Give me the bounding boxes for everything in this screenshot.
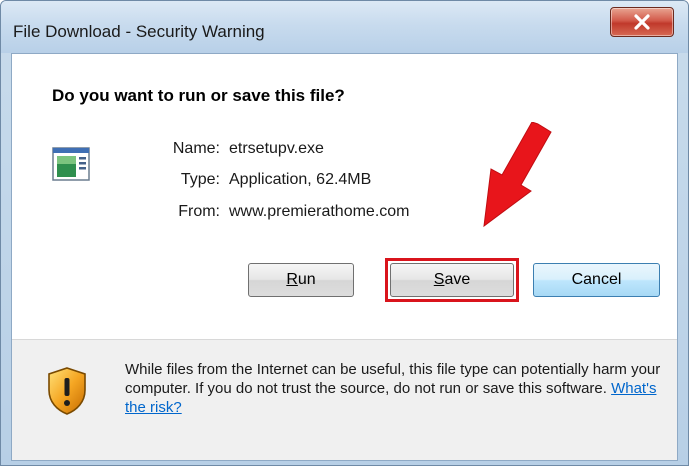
window-title: File Download - Security Warning xyxy=(13,22,265,41)
shield-warning-icon xyxy=(46,366,88,421)
file-type-label-wrap: Type: xyxy=(150,171,220,195)
application-file-icon xyxy=(52,147,90,186)
file-type-label: Type: xyxy=(180,171,220,188)
red-arrow-annotation xyxy=(467,121,555,237)
dialog-question: Do you want to run or save this file? xyxy=(52,86,345,105)
file-from-label-wrap: From: xyxy=(150,203,220,227)
warning-footer: While files from the Internet can be use… xyxy=(12,340,677,460)
run-button[interactable]: Run xyxy=(248,263,354,297)
warning-text: While files from the Internet can be use… xyxy=(125,361,661,397)
run-button-mnemonic: R xyxy=(286,271,298,288)
file-from-value: www.premierathome.com xyxy=(229,203,410,220)
file-from-label: From: xyxy=(178,203,220,220)
warning-message: While files from the Internet can be use… xyxy=(125,360,670,417)
file-name-value: etrsetupv.exe xyxy=(229,140,324,157)
file-type-value: Application, 62.4MB xyxy=(229,171,372,188)
file-name-label: Name: xyxy=(172,140,220,157)
security-warning-dialog: File Download - Security Warning Do you … xyxy=(0,0,689,466)
title-bar[interactable]: File Download - Security Warning xyxy=(1,1,688,53)
file-name-label-wrap: Name: xyxy=(150,140,220,164)
run-button-label: un xyxy=(297,271,316,288)
cancel-button[interactable]: Cancel xyxy=(533,263,660,297)
save-button-label: ave xyxy=(444,271,471,288)
save-button-mnemonic: S xyxy=(433,271,445,288)
save-button[interactable]: Save xyxy=(390,263,514,297)
close-button[interactable] xyxy=(610,7,674,37)
dialog-content: Do you want to run or save this file? Na… xyxy=(11,53,678,461)
